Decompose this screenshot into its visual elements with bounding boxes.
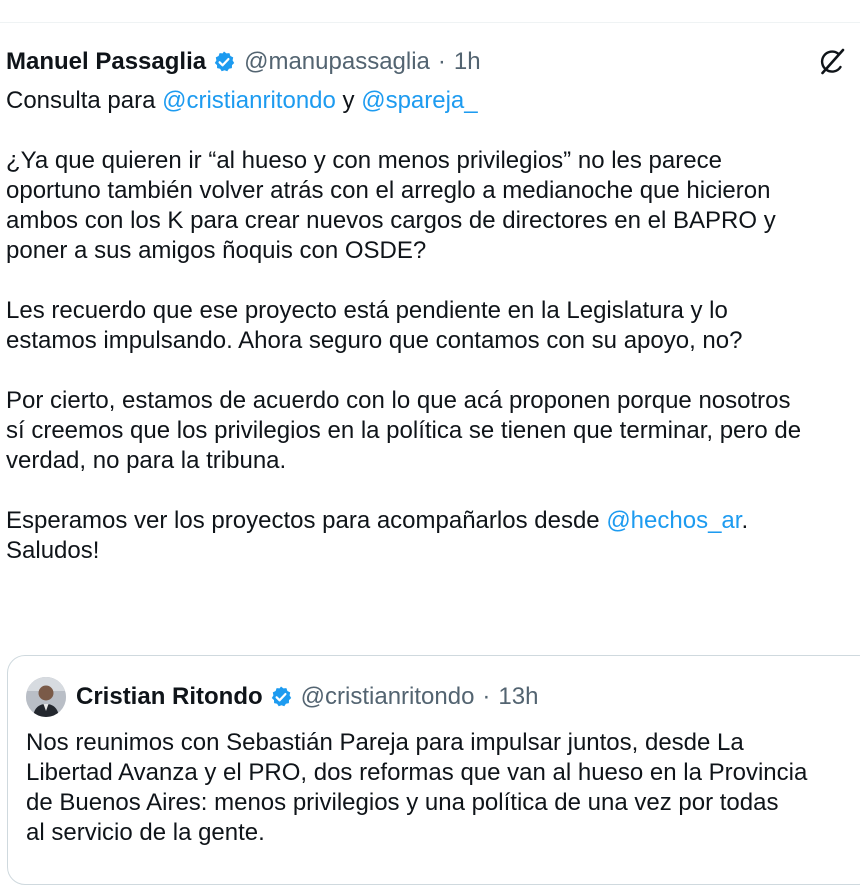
tweet-line: poner a sus amigos ñoquis con OSDE? (6, 237, 427, 264)
mention-link[interactable]: @hechos_ar (606, 507, 741, 534)
tweet-line: ¿Ya que quieren ir “al hueso y con menos… (6, 147, 722, 174)
quoted-tweet-text: Nos reunimos con Sebastián Pareja para i… (26, 728, 860, 848)
tweet[interactable]: Manuel Passaglia @manupassaglia · 1h Con… (6, 40, 860, 566)
quoted-tweet-time[interactable]: 13h (498, 683, 538, 711)
quoted-author-handle[interactable]: @cristianritondo (301, 683, 475, 711)
author-name[interactable]: Manuel Passaglia (6, 48, 206, 76)
quoted-author-name[interactable]: Cristian Ritondo (76, 683, 263, 711)
tweet-line: oportuno también volver atrás con el arr… (6, 177, 771, 204)
verified-badge-icon[interactable] (212, 50, 236, 74)
author-handle[interactable]: @manupassaglia (244, 48, 430, 76)
tweet-time[interactable]: 1h (454, 48, 481, 76)
quoted-line: Libertad Avanza y el PRO, dos reformas q… (26, 759, 808, 786)
tweet-text: Consulta para @cristianritondo y @sparej… (6, 86, 860, 566)
quoted-tweet[interactable]: Cristian Ritondo @cristianritondo · 13h … (7, 655, 860, 885)
tweet-line-mentions: Consulta para @cristianritondo y @sparej… (6, 87, 478, 114)
tweet-line: Les recuerdo que ese proyecto está pendi… (6, 297, 728, 324)
tweet-line: Saludos! (6, 537, 100, 564)
separator-dot: · (437, 48, 446, 75)
verified-badge-icon[interactable] (269, 685, 293, 709)
mention-link[interactable]: @cristianritondo (162, 87, 336, 114)
profile-avatar[interactable] (26, 677, 66, 717)
quoted-line: al servicio de la gente. (26, 819, 265, 846)
quoted-line: de Buenos Aires: menos privilegios y una… (26, 789, 779, 816)
quoted-line: Nos reunimos con Sebastián Pareja para i… (26, 729, 744, 756)
tweet-line: estamos impulsando. Ahora seguro que con… (6, 327, 743, 354)
mention-link[interactable]: @spareja_ (361, 87, 477, 114)
tweet-line-closing-mention: Esperamos ver los proyectos para acompañ… (6, 507, 749, 534)
quoted-tweet-header: Cristian Ritondo @cristianritondo · 13h (26, 674, 860, 720)
tweet-line: sí creemos que los privilegios en la pol… (6, 417, 802, 444)
separator-dot: · (482, 683, 491, 710)
tweet-header: Manuel Passaglia @manupassaglia · 1h (6, 40, 860, 84)
tweet-line: ambos con los K para crear nuevos cargos… (6, 207, 776, 234)
top-divider (0, 22, 860, 23)
tweet-line: Por cierto, estamos de acuerdo con lo qu… (6, 387, 791, 414)
grok-icon[interactable] (812, 42, 852, 82)
tweet-line: verdad, no para la tribuna. (6, 447, 287, 474)
